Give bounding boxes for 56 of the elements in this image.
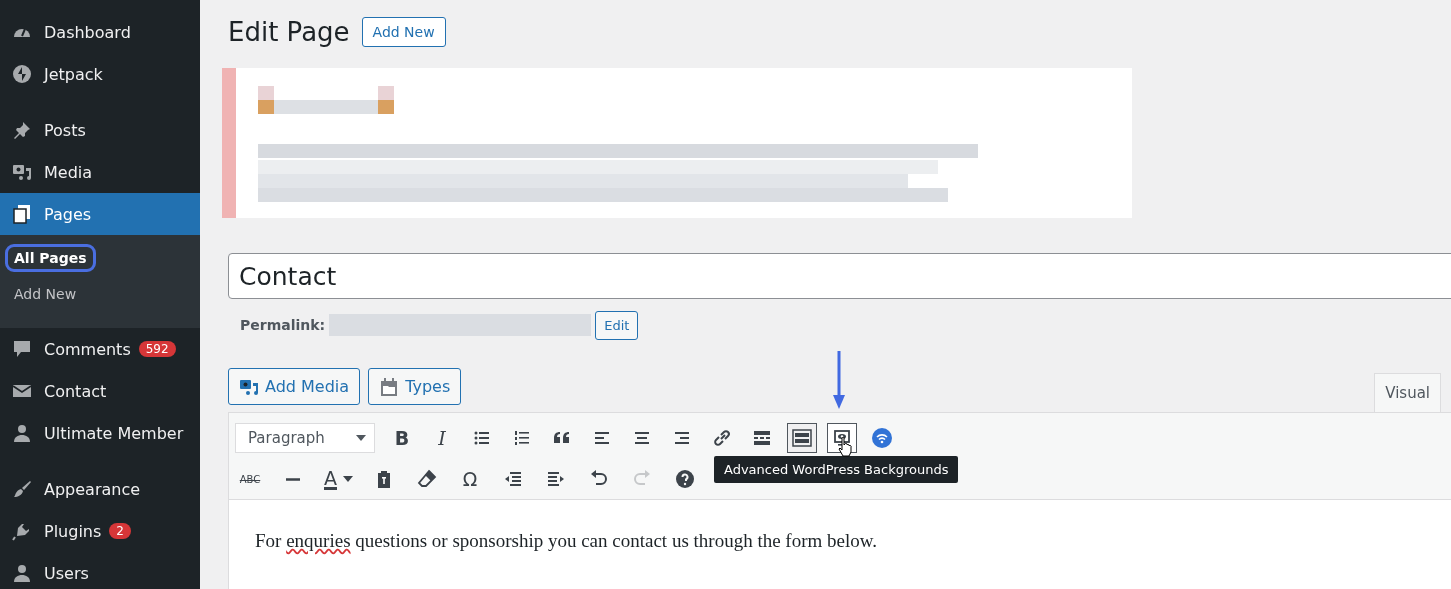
menu-item[interactable]: Jetpack: [0, 53, 200, 95]
add-new-button[interactable]: Add New: [361, 17, 446, 47]
link-icon: [712, 428, 732, 448]
menu-item[interactable]: Appearance: [0, 468, 200, 510]
menu-item[interactable]: Pages: [0, 193, 200, 235]
toolbar-button[interactable]: [787, 423, 817, 453]
camera-music-icon: [12, 162, 32, 182]
read-more-icon: [752, 428, 772, 448]
content-paragraph: For enquries questions or sponsorship you can contact us through the form below.: [255, 530, 878, 552]
menu-item[interactable]: Media: [0, 151, 200, 193]
count-badge: 2: [109, 523, 131, 539]
permalink-label: Permalink:: [240, 317, 326, 333]
menu-item[interactable]: Dashboard: [0, 11, 200, 53]
toolbar-button[interactable]: Ω: [455, 464, 485, 494]
paintbrush-icon: [12, 479, 32, 499]
submenu-item[interactable]: All Pages: [5, 244, 96, 272]
caret-icon: [343, 476, 353, 482]
wifi-circle-icon: [872, 428, 892, 448]
speech-bubble-icon: [12, 339, 32, 359]
submenu-item[interactable]: Add New: [5, 280, 86, 308]
edit-button[interactable]: Edit: [595, 310, 639, 340]
person-icon: [12, 423, 32, 443]
eraser-icon: [417, 469, 437, 489]
count-badge: 592: [138, 341, 176, 357]
help-icon: [675, 469, 695, 489]
toolbar-button[interactable]: I: [427, 423, 457, 453]
hand-cursor-icon: [838, 437, 852, 457]
bolt-circle-icon: [12, 64, 32, 84]
menu-item[interactable]: Users: [0, 552, 200, 589]
pushpin-icon: [12, 120, 32, 140]
person-icon: [12, 563, 32, 583]
outdent-icon: [503, 469, 523, 489]
menu-item[interactable]: Plugins 2: [0, 510, 200, 552]
toolbar-button[interactable]: A: [321, 464, 356, 494]
indent-icon: [546, 469, 566, 489]
menu-item[interactable]: Contact: [0, 370, 200, 412]
tooltip: Advanced WordPress Backgrounds: [714, 456, 959, 483]
toolbar-button[interactable]: ABC: [235, 464, 265, 494]
types-button[interactable]: Types: [368, 368, 462, 405]
menu-item[interactable]: Posts: [0, 109, 200, 151]
toolbar-button[interactable]: B: [387, 423, 417, 453]
numbered-list-icon: [512, 428, 532, 448]
format-select[interactable]: Paragraph: [235, 423, 375, 453]
toolbar-toggle-icon: [792, 428, 812, 448]
caret-icon: [356, 435, 366, 441]
editor-tab[interactable]: Visual: [1374, 373, 1441, 412]
calendar-folder-icon: [379, 376, 400, 397]
page-title: Edit Page: [228, 17, 350, 47]
menu-item[interactable]: Comments 592: [0, 328, 200, 370]
plug-icon: [12, 521, 32, 541]
pages-icon: [12, 204, 32, 224]
menu-item[interactable]: Ultimate Member: [0, 412, 200, 454]
add-media-button[interactable]: Add Media: [228, 368, 361, 405]
annotation-arrow: [833, 351, 845, 409]
title-field[interactable]: Contact: [228, 253, 1451, 299]
horizontal-line-icon: [286, 477, 300, 481]
